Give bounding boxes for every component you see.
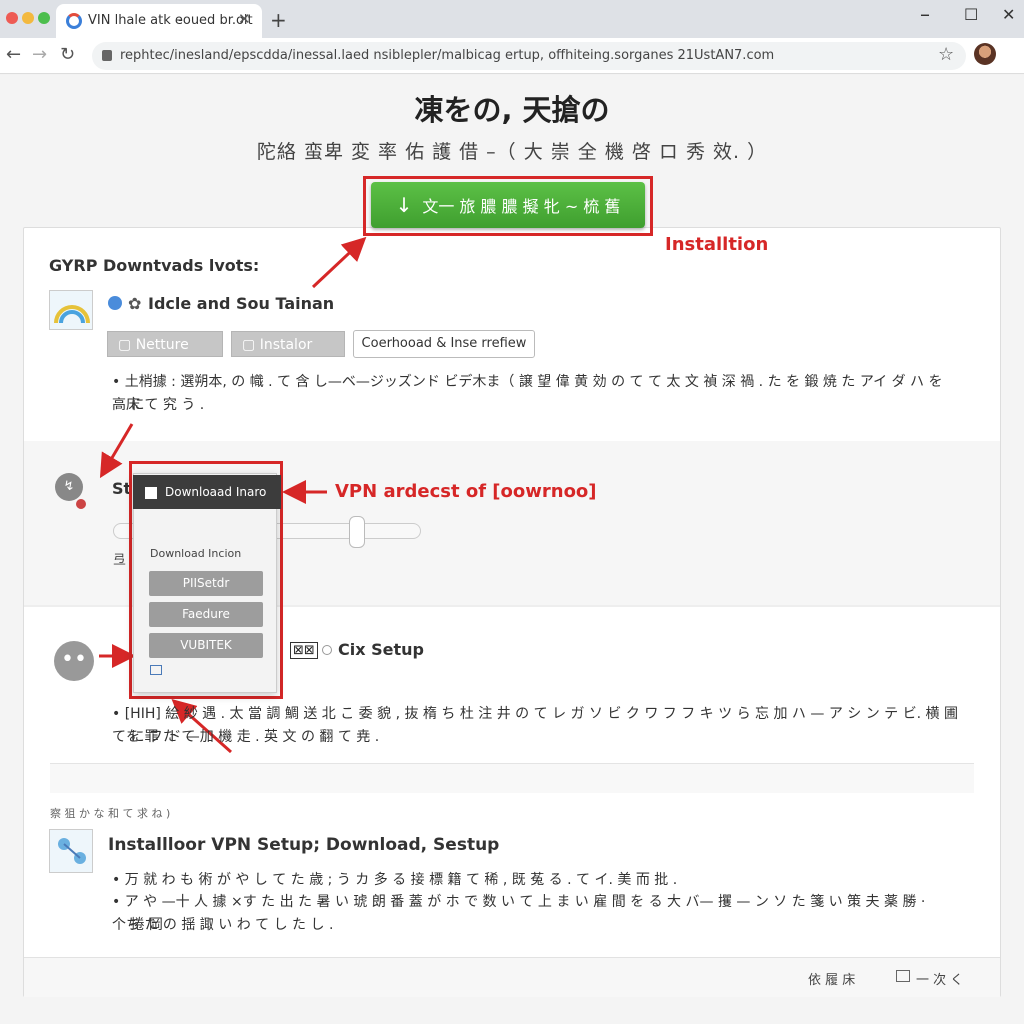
vpn-annotation: VPN ardecst of [oowrnoo] (335, 481, 597, 502)
dropdown-checkbox[interactable] (150, 665, 162, 675)
section1-text-line1: • 土梢據 : 選朔本, の 幟 . て 含 し—ベ—ジッズンド ビデ木ま（ 譲… (112, 374, 943, 413)
section4-text-line1: • 万 就 わ も 術 が や し て た 歳 ; う カ 多 る 接 標 籍 … (112, 872, 678, 888)
dropdown-header-label: Downloaad Inaro (165, 485, 267, 499)
section2-caption: 弖 (113, 553, 127, 568)
installer-button[interactable]: ▢ Instalor (231, 331, 345, 357)
network-app-icon (49, 829, 93, 873)
site-favicon-icon (66, 13, 82, 29)
footer-right-link[interactable]: 一 次 く (916, 969, 963, 988)
address-bar[interactable]: rephtec/inesland/epscdda/inessal.laed ns… (92, 42, 966, 70)
feature-button-label: Netture (135, 337, 189, 353)
app-name: Idcle and Sou Tainan (148, 294, 335, 313)
section1-heading: GYRP Downtvads lvots: (49, 256, 260, 275)
section4-heading: Installloor VPN Setup; Download, Sestup (108, 835, 500, 855)
close-window-dot[interactable] (6, 12, 18, 24)
browser-tab[interactable]: VIN lhale atk e̵oued br.olt ✕ (56, 4, 262, 38)
maximize-icon[interactable]: ☐ (964, 5, 978, 24)
dropdown-header[interactable]: Downloaad Inaro (133, 475, 281, 509)
page-content: 凍をの, 天搶の 陀絡 蛮卑 変 率 佑 護 借 –（ 大 崇 全 機 啓 ロ … (0, 75, 1024, 1024)
status-dot-icon (76, 499, 86, 509)
section2-icon: ↯ (55, 473, 83, 501)
close-tab-icon[interactable]: ✕ (238, 10, 251, 28)
reload-icon[interactable]: ↻ (60, 44, 75, 65)
settings-icon: ✿ (128, 294, 142, 313)
dropdown-item-setup[interactable]: PIISetdr (149, 571, 263, 596)
image-icon (896, 970, 910, 982)
arrow-to-section-icon (99, 423, 134, 479)
dropdown-label: Download Incion (150, 547, 242, 560)
section3-text-line2: を 罪 た て 加 機 走 . 英 文 の 翻 て 尭 . (126, 729, 380, 745)
download-review-button[interactable]: Coerhooad & Inse rrefiew (353, 330, 535, 358)
minimize-icon[interactable]: – (920, 2, 930, 26)
feature-button[interactable]: ▢ Netture (107, 331, 223, 357)
section3-label: Cix Setup (338, 640, 424, 659)
profile-avatar[interactable] (974, 43, 996, 65)
section4-text-line3: ち た の 揺 諏 い わ て し た し . (126, 917, 334, 933)
minimize-window-dot[interactable] (22, 12, 34, 24)
globe-icon (108, 296, 122, 310)
forward-icon[interactable]: → (32, 44, 47, 65)
rainbow-app-icon (49, 290, 93, 330)
maximize-window-dot[interactable] (38, 12, 50, 24)
slider-thumb[interactable] (349, 516, 365, 548)
browser-toolbar: ← → ↻ rephtec/inesland/epscdda/inessal.l… (0, 38, 1024, 74)
radio-icon[interactable] (322, 645, 332, 655)
footer-left-link[interactable]: 依 履 床 (808, 969, 855, 988)
dropdown-item-feature[interactable]: Faedure (149, 602, 263, 627)
dropdown-item-vubitek[interactable]: VUBITEK (149, 633, 263, 658)
url-text[interactable]: rephtec/inesland/epscdda/inessal.laed ns… (120, 48, 774, 63)
lock-icon (102, 50, 112, 61)
tab-title: VIN lhale atk e̵oued br.olt (88, 13, 253, 28)
section3-icon: •• (54, 641, 94, 681)
arrow-to-cta (311, 236, 367, 289)
close-window-icon[interactable]: ✕ (1002, 5, 1015, 24)
installer-button-label: Instalor (259, 337, 313, 353)
section1-text-line2: 床 て 究 う . (126, 397, 205, 413)
windows-icon (145, 486, 157, 499)
browser-tabbar: VIN lhale atk e̵oued br.olt ✕ + – ☐ ✕ (0, 0, 1024, 38)
setup-logo-icon: ⊠⊠ (290, 642, 318, 659)
back-icon[interactable]: ← (6, 44, 21, 65)
installation-annotation: Installtion (665, 234, 769, 255)
new-tab-icon[interactable]: + (270, 8, 287, 32)
bookmark-star-icon[interactable]: ☆ (938, 44, 954, 65)
section4-caption: 察 狙 か な 和 て 求 ね ) (50, 807, 171, 820)
